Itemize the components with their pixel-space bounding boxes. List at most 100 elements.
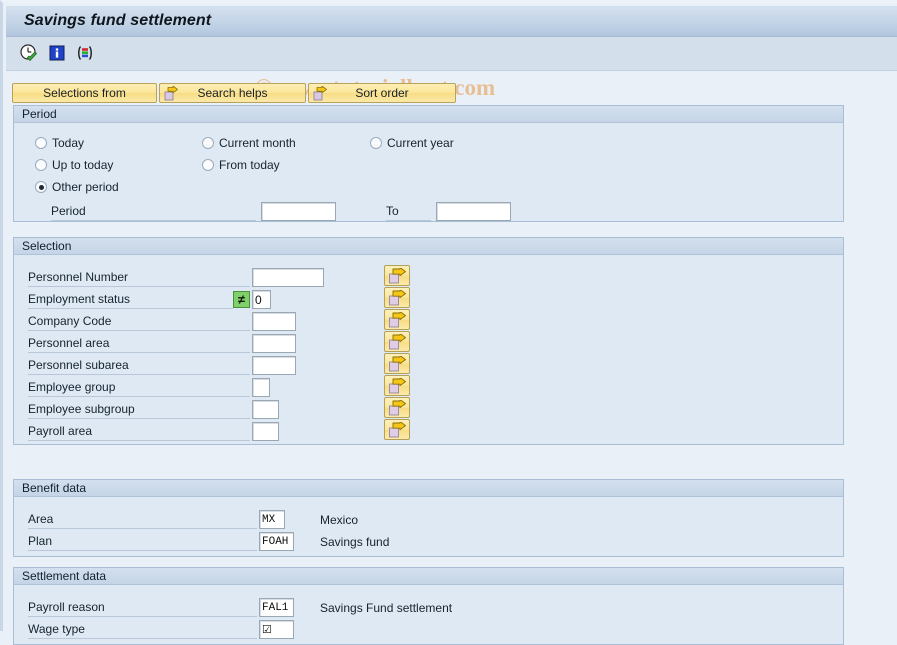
multi-select-button-employment-status[interactable] (384, 287, 410, 308)
radio-circle (202, 137, 214, 149)
benefit-area-description: Mexico (320, 512, 359, 527)
payroll-area-input[interactable] (252, 422, 279, 441)
selections-from-label: Selections from (43, 86, 126, 100)
radio-label: Other period (52, 180, 119, 194)
employee-group-label: Employee group (28, 378, 250, 397)
selection-group-title: Selection (22, 239, 72, 253)
search-helps-label: Search helps (197, 86, 268, 100)
benefit-area-label: Area (28, 510, 257, 529)
personnel-subarea-label: Personnel subarea (28, 356, 250, 375)
selections-from-button[interactable]: Selections from (12, 83, 157, 103)
radio-up-to-today[interactable]: Up to today (35, 158, 113, 172)
multi-select-button-company-code[interactable] (384, 309, 410, 330)
row-payroll-area: Payroll area (28, 421, 279, 442)
execute-clock-check-icon[interactable] (19, 43, 39, 63)
multi-select-button-employee-group[interactable] (384, 375, 410, 396)
period-to-input[interactable] (436, 202, 511, 221)
period-to-row: To (386, 201, 511, 222)
radio-circle (35, 159, 47, 171)
benefit-area-input[interactable] (259, 510, 285, 529)
radio-label: Current month (219, 136, 296, 150)
radio-label: From today (219, 158, 280, 172)
personnel-number-label: Personnel Number (28, 268, 250, 287)
employment-status-label: Employment status (28, 290, 233, 309)
radio-from-today[interactable]: From today (202, 158, 280, 172)
row-personnel-area: Personnel area (28, 333, 296, 354)
radio-current-year[interactable]: Current year (370, 136, 454, 150)
radio-today[interactable]: Today (35, 136, 84, 150)
search-helps-button[interactable]: Search helps (159, 83, 306, 103)
page-title: Savings fund settlement (24, 12, 212, 29)
radio-other-period[interactable]: Other period (35, 180, 119, 194)
benefit-plan-description: Savings fund (320, 534, 390, 549)
radio-circle (202, 159, 214, 171)
arrow-right-icon (389, 334, 406, 350)
multi-select-button-payroll-area[interactable] (384, 419, 410, 440)
radio-current-month[interactable]: Current month (202, 136, 296, 150)
employment-status-input[interactable] (252, 290, 271, 309)
radio-circle (35, 137, 47, 149)
row-company-code: Company Code (28, 311, 296, 332)
multi-select-button-employee-subgroup[interactable] (384, 397, 410, 418)
arrow-right-icon (389, 400, 406, 416)
radio-circle-selected (35, 181, 47, 193)
selection-group: Selection Personnel Number Employment st… (13, 237, 844, 445)
wage-type-input[interactable] (259, 620, 294, 639)
not-equal-icon: ≠ (237, 292, 246, 307)
sort-order-button[interactable]: Sort order (308, 83, 456, 103)
period-from-row: Period (51, 201, 336, 222)
employee-group-input[interactable] (252, 378, 270, 397)
radio-circle (370, 137, 382, 149)
toolbar-icon-group (19, 43, 95, 63)
window-titlebar: Savings fund settlement (6, 6, 897, 37)
payroll-reason-input[interactable] (259, 598, 294, 617)
selection-button-row: Selections from Search helps Sort order (12, 83, 456, 103)
benefit-data-group-title: Benefit data (22, 481, 87, 495)
variant-bars-icon[interactable] (75, 43, 95, 63)
period-from-label: Period (51, 202, 256, 221)
arrow-right-icon (389, 268, 406, 284)
multi-select-button-personnel-number[interactable] (384, 265, 410, 286)
information-icon[interactable] (47, 43, 67, 63)
period-group-header: Period (14, 106, 843, 123)
row-payroll-reason: Payroll reason Savings Fund settlement (28, 597, 452, 618)
radio-label: Current year (387, 136, 454, 150)
selection-group-header: Selection (14, 238, 843, 255)
payroll-reason-description: Savings Fund settlement (320, 600, 453, 615)
not-equal-operator-button[interactable]: ≠ (233, 291, 250, 308)
row-wage-type: Wage type (28, 619, 294, 640)
arrow-right-icon (389, 422, 406, 438)
personnel-area-input[interactable] (252, 334, 296, 353)
row-employee-subgroup: Employee subgroup (28, 399, 279, 420)
settlement-data-group-header: Settlement data (14, 568, 843, 585)
period-group: Period Today Current month Current year … (13, 105, 844, 222)
row-employee-group: Employee group (28, 377, 270, 398)
benefit-plan-label: Plan (28, 532, 257, 551)
sort-order-label: Sort order (355, 86, 409, 100)
company-code-label: Company Code (28, 312, 250, 331)
multi-select-button-personnel-area[interactable] (384, 331, 410, 352)
application-toolbar: © www.tutorialkart.com (6, 37, 897, 100)
benefit-data-group: Benefit data Area Mexico Plan Savings fu… (13, 479, 844, 557)
payroll-reason-label: Payroll reason (28, 598, 257, 617)
row-benefit-plan: Plan Savings fund (28, 531, 389, 552)
arrow-right-icon (389, 312, 406, 328)
multi-select-button-personnel-subarea[interactable] (384, 353, 410, 374)
personnel-area-label: Personnel area (28, 334, 250, 353)
period-from-input[interactable] (261, 202, 336, 221)
personnel-number-input[interactable] (252, 268, 324, 287)
payroll-area-label: Payroll area (28, 422, 250, 441)
settlement-data-group-title: Settlement data (22, 569, 107, 583)
company-code-input[interactable] (252, 312, 296, 331)
arrow-right-icon (164, 85, 179, 101)
row-personnel-subarea: Personnel subarea (28, 355, 296, 376)
benefit-plan-input[interactable] (259, 532, 294, 551)
arrow-right-icon (389, 356, 406, 372)
period-to-label: To (386, 202, 431, 221)
arrow-right-icon (389, 290, 406, 306)
period-group-title: Period (22, 107, 57, 121)
benefit-data-group-header: Benefit data (14, 480, 843, 497)
row-benefit-area: Area Mexico (28, 509, 358, 530)
employee-subgroup-input[interactable] (252, 400, 279, 419)
personnel-subarea-input[interactable] (252, 356, 296, 375)
